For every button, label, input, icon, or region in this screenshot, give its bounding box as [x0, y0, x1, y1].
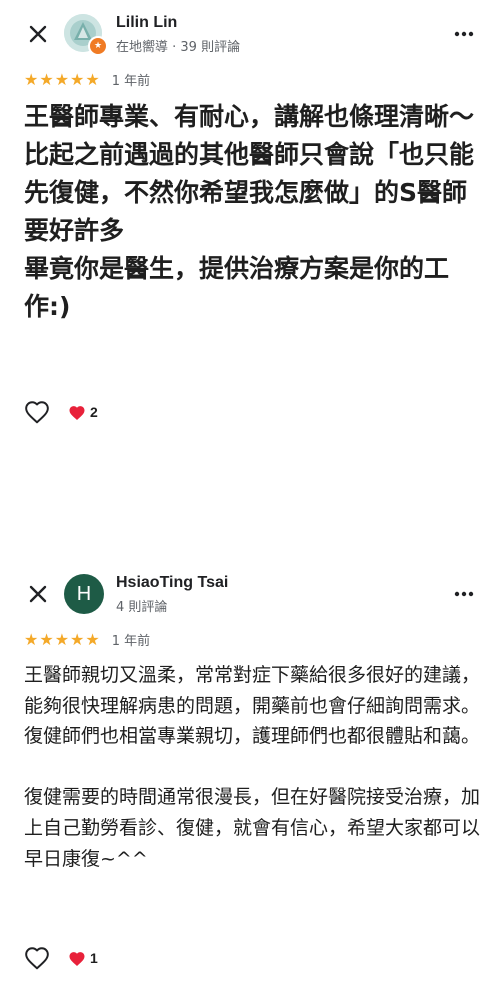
review-text: 王醫師親切又溫柔，常常對症下藥給很多很好的建議，能夠很快理解病患的問題，開藥前也… [24, 664, 481, 870]
divider [0, 538, 500, 552]
review-actions: 2 [24, 400, 98, 424]
review-actions: 1 [24, 946, 98, 970]
star-icon: ★ [70, 629, 85, 649]
more-options-button[interactable] [452, 22, 476, 46]
avatar-letter: H [64, 574, 104, 614]
reaction-count: 2 [90, 404, 98, 420]
author-meta: 在地嚮導 · 39 則評論 [116, 40, 241, 55]
reaction-chip[interactable]: 2 [68, 404, 98, 421]
close-button[interactable] [24, 20, 52, 48]
avatar[interactable]: ★ [64, 14, 108, 56]
star-icon: ★ [85, 69, 100, 89]
star-icon: ★ [54, 69, 70, 89]
review-card: ★ Lilin Lin 在地嚮導 · 39 則評論 ★ ★ ★ ★ ★ 1 年前… [0, 0, 500, 424]
rating-row: ★ ★ ★ ★ ★ 1 年前 [24, 70, 150, 89]
heart-outline-icon [25, 401, 49, 424]
star-icon: ★ [39, 629, 54, 649]
review-header: ★ Lilin Lin 在地嚮導 · 39 則評論 [0, 0, 500, 66]
close-button[interactable] [24, 580, 52, 608]
review-card: H HsiaoTing Tsai 4 則評論 ★ ★ ★ ★ ★ 1 年前 [0, 560, 500, 649]
reaction-chip[interactable]: 1 [68, 950, 98, 967]
rating-row: ★ ★ ★ ★ ★ 1 年前 [24, 630, 150, 649]
red-heart-icon [69, 951, 85, 966]
close-icon [29, 25, 47, 43]
star-icon: ★ [24, 629, 39, 649]
review-date: 1 年前 [111, 634, 151, 649]
red-heart-icon [69, 405, 85, 420]
reaction-count: 1 [90, 950, 98, 966]
local-guide-star-icon: ★ [88, 36, 108, 56]
avatar[interactable]: H [64, 574, 104, 614]
review-header: H HsiaoTing Tsai 4 則評論 [0, 560, 500, 626]
review-text: 王醫師專業、有耐心，講解也條理清晰～ 比起之前遇過的其他醫師只會說「也只能先復健… [24, 102, 475, 321]
star-icon: ★ [39, 69, 54, 89]
star-rating: ★ ★ ★ ★ ★ [24, 629, 100, 649]
review-date: 1 年前 [111, 74, 151, 89]
close-icon [29, 585, 47, 603]
author-name[interactable]: Lilin Lin [116, 14, 177, 32]
more-options-button[interactable] [452, 582, 476, 606]
star-icon: ★ [54, 629, 70, 649]
like-button[interactable] [24, 400, 50, 424]
star-icon: ★ [85, 629, 100, 649]
star-icon: ★ [24, 69, 39, 89]
star-rating: ★ ★ ★ ★ ★ [24, 69, 100, 89]
author-name[interactable]: HsiaoTing Tsai [116, 574, 228, 592]
more-vert-icon [454, 591, 474, 597]
author-meta: 4 則評論 [116, 600, 168, 615]
star-icon: ★ [70, 69, 85, 89]
heart-outline-icon [25, 947, 49, 970]
like-button[interactable] [24, 946, 50, 970]
more-vert-icon [454, 31, 474, 37]
